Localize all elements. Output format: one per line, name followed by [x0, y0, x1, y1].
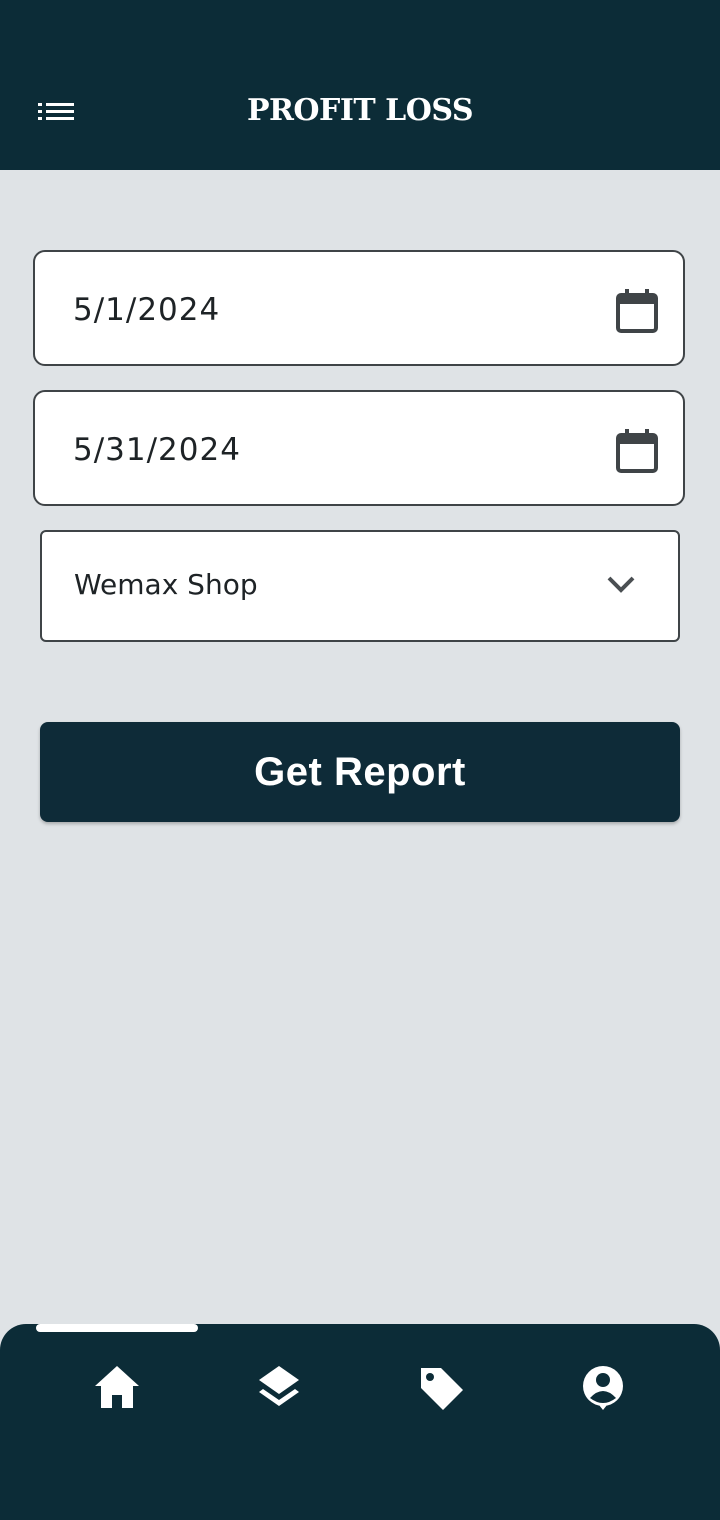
calendar-icon[interactable]: [615, 288, 659, 334]
layers-icon: [259, 1366, 299, 1406]
nav-account[interactable]: [573, 1358, 633, 1418]
page-title: PROFIT LOSS: [246, 93, 474, 128]
calendar-icon[interactable]: [615, 428, 659, 474]
chevron-down-icon: [607, 576, 635, 593]
end-date-value: 5/31/2024: [73, 432, 241, 468]
nav-tags[interactable]: [411, 1358, 471, 1418]
account-circle-icon: [583, 1366, 623, 1410]
bottom-navigation: [0, 1324, 720, 1520]
home-icon: [95, 1366, 139, 1408]
active-tab-indicator: [36, 1324, 198, 1332]
start-date-value: 5/1/2024: [73, 292, 221, 328]
app-header: PROFIT LOSS: [0, 0, 720, 170]
shop-dropdown[interactable]: Wemax Shop: [40, 530, 680, 642]
tag-icon: [421, 1368, 463, 1410]
nav-home[interactable]: [87, 1358, 147, 1418]
nav-layers[interactable]: [249, 1358, 309, 1418]
shop-selected-value: Wemax Shop: [74, 568, 258, 601]
get-report-button[interactable]: Get Report: [40, 722, 680, 822]
start-date-field[interactable]: 5/1/2024: [33, 250, 685, 366]
end-date-field[interactable]: 5/31/2024: [33, 390, 685, 506]
